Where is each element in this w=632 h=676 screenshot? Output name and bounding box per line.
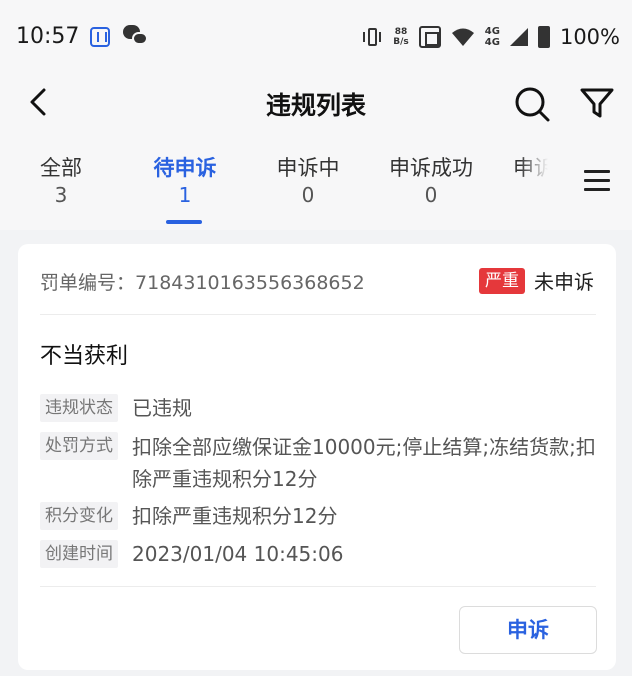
tab-count: 3 [54, 183, 68, 207]
order-number-row: 罚单编号：7184310163556368652 [40, 268, 365, 295]
active-tab-indicator [166, 220, 202, 224]
wechat-icon [123, 25, 149, 47]
net-speed-value: 88 [394, 27, 408, 37]
filter-icon[interactable] [578, 84, 616, 122]
status-tabs: 全部 3 待申诉 1 申诉中 0 申诉成功 0 申诉失败 0 [0, 134, 632, 230]
status-bar: 10:57 88 B/s 4G 4G 100% [0, 0, 632, 72]
order-number: 7184310163556368652 [135, 272, 365, 294]
tab-count: 0 [424, 183, 438, 207]
tab-fade [520, 134, 560, 230]
menu-icon[interactable] [560, 134, 632, 230]
field-value: 扣除严重违规积分12分 [132, 504, 338, 528]
signal-icon [509, 28, 528, 46]
tab-label: 全部 [40, 156, 82, 180]
divider [40, 586, 596, 587]
net-speed: 88 B/s [393, 27, 409, 47]
nav-bar: 违规列表 [0, 72, 632, 134]
order-number-label: 罚单编号： [40, 272, 136, 294]
field-value: 扣除全部应缴保证金10000元;停止结算;冻结货款;扣除严重违规积分12分 [132, 435, 596, 491]
network-type: 4G 4G [485, 26, 500, 48]
tab-all[interactable]: 全部 3 [0, 154, 126, 208]
network-type-bottom: 4G [484, 37, 500, 48]
network-type-top: 4G [484, 26, 500, 37]
tab-label: 待申诉 [153, 156, 217, 180]
tab-count: 0 [301, 183, 315, 207]
tab-appeal-success[interactable]: 申诉成功 0 [366, 154, 496, 208]
battery-icon [537, 26, 550, 48]
net-speed-unit: B/s [393, 37, 409, 47]
violation-card[interactable]: 罚单编号：7184310163556368652 严重 未申诉 不当获利 违规状… [18, 244, 616, 670]
tab-label: 申诉中 [276, 156, 340, 180]
search-icon[interactable] [512, 84, 552, 124]
status-time: 10:57 [16, 24, 80, 49]
appeal-status: 未申诉 [534, 270, 594, 294]
tab-label: 申诉成功 [389, 156, 473, 180]
app-notification-icon [90, 27, 110, 47]
field-value: 已违规 [132, 396, 192, 420]
appeal-button[interactable]: 申诉 [459, 606, 597, 654]
field-label: 积分变化 [40, 502, 118, 530]
field-label: 创建时间 [40, 540, 118, 568]
violation-title: 不当获利 [40, 344, 129, 369]
tab-count: 1 [178, 183, 192, 207]
tab-appealing[interactable]: 申诉中 0 [243, 154, 373, 208]
tab-pending-appeal[interactable]: 待申诉 1 [120, 154, 250, 208]
severity-badge: 严重 [479, 268, 525, 294]
wifi-icon [451, 28, 474, 46]
status-indicators: 88 B/s 4G 4G 100% [361, 22, 620, 52]
battery-level: 100% [559, 25, 620, 49]
vibrate-icon [361, 26, 383, 48]
divider [40, 314, 596, 315]
field-label: 违规状态 [40, 394, 118, 422]
nfc-icon [418, 26, 441, 48]
field-value: 2023/01/04 10:45:06 [132, 542, 344, 566]
field-label: 处罚方式 [40, 432, 118, 460]
